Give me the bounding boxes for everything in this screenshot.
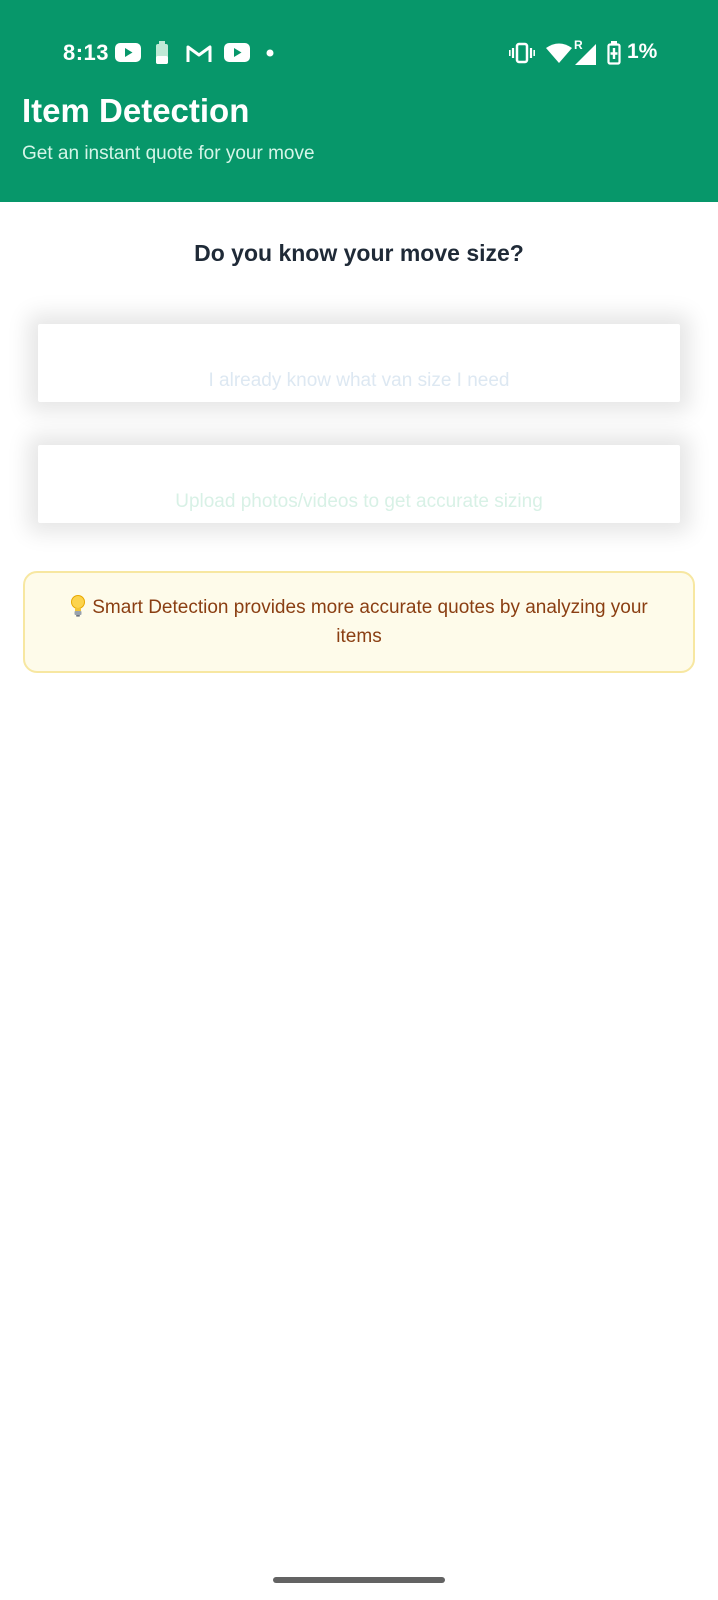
- lightbulb-icon: [71, 595, 86, 617]
- smart-detection-info-box: Smart Detection provides more accurate q…: [23, 571, 695, 673]
- youtube-icon: [224, 43, 250, 62]
- know-van-size-option[interactable]: I already know what van size I need: [38, 324, 680, 402]
- page-title: Item Detection: [22, 92, 250, 129]
- status-time: 8:13: [63, 40, 110, 65]
- battery-charging-icon: [607, 41, 621, 65]
- cellular-signal-icon: [575, 44, 596, 65]
- notification-dot-icon: [266, 49, 274, 57]
- youtube-icon: [115, 43, 141, 62]
- home-indicator[interactable]: [273, 1577, 445, 1583]
- info-text: Smart Detection provides more accurate q…: [92, 597, 648, 647]
- wifi-icon: [546, 43, 572, 63]
- vibrate-icon: [509, 42, 535, 64]
- upload-photos-label: Upload photos/videos to get accurate siz…: [175, 491, 543, 512]
- battery-percentage: 1%: [627, 40, 658, 63]
- page-subtitle: Get an instant quote for your move: [22, 143, 315, 164]
- battery-saver-icon: [156, 41, 168, 64]
- move-size-question: Do you know your move size?: [194, 240, 524, 266]
- gmail-icon: [186, 45, 212, 62]
- app-header: 8:13 R 1% Item Detection Get an instant …: [0, 0, 718, 202]
- know-van-size-label: I already know what van size I need: [208, 370, 510, 391]
- info-message: Smart Detection provides more accurate q…: [49, 593, 669, 651]
- upload-photos-option[interactable]: Upload photos/videos to get accurate siz…: [38, 445, 680, 523]
